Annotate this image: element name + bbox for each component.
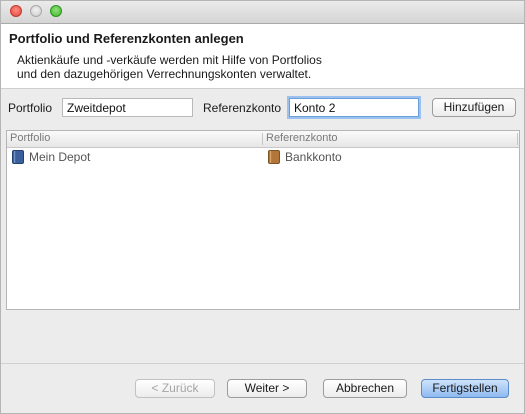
wizard-window: Portfolio und Referenzkonten anlegen Akt… [0, 0, 525, 414]
title-bar [1, 1, 524, 24]
description-line-2: und den dazugehörigen Verrechnungskonten… [17, 67, 312, 81]
account-book-icon [268, 150, 280, 164]
add-portfolio-form: Portfolio Referenzkonto Hinzufügen [1, 97, 524, 119]
description-line-1: Aktienkäufe und -verkäufe werden mit Hil… [17, 53, 322, 67]
portfolio-label: Portfolio [8, 101, 53, 115]
wizard-header: Portfolio und Referenzkonten anlegen Akt… [1, 24, 524, 89]
add-button[interactable]: Hinzufügen [432, 98, 516, 117]
maximize-icon[interactable] [50, 5, 62, 17]
table-row[interactable]: Mein Depot Bankkonto [7, 148, 519, 166]
finish-button[interactable]: Fertigstellen [421, 379, 509, 398]
minimize-icon[interactable] [30, 5, 42, 17]
table-header: Portfolio Referenzkonto [7, 131, 519, 148]
back-button[interactable]: < Zurück [135, 379, 215, 398]
portfolio-cell: Mein Depot [12, 149, 252, 165]
footer-divider [1, 363, 524, 364]
next-button[interactable]: Weiter > [227, 379, 307, 398]
page-description: Aktienkäufe und -verkäufe werden mit Hil… [17, 53, 322, 81]
referenzkonto-input[interactable] [289, 98, 419, 117]
portfolio-table[interactable]: Portfolio Referenzkonto Mein Depot Bankk… [6, 130, 520, 310]
portfolio-name: Mein Depot [29, 150, 91, 164]
close-icon[interactable] [10, 5, 22, 17]
account-cell: Bankkonto [268, 149, 508, 165]
column-divider[interactable] [262, 133, 263, 145]
portfolio-input[interactable] [62, 98, 193, 117]
portfolio-book-icon [12, 150, 24, 164]
referenzkonto-label: Referenzkonto [203, 101, 282, 115]
page-title: Portfolio und Referenzkonten anlegen [9, 31, 244, 46]
account-name: Bankkonto [285, 150, 342, 164]
column-divider [517, 133, 518, 145]
column-header-portfolio[interactable]: Portfolio [10, 132, 50, 144]
cancel-button[interactable]: Abbrechen [323, 379, 407, 398]
column-header-referenzkonto[interactable]: Referenzkonto [266, 132, 338, 144]
